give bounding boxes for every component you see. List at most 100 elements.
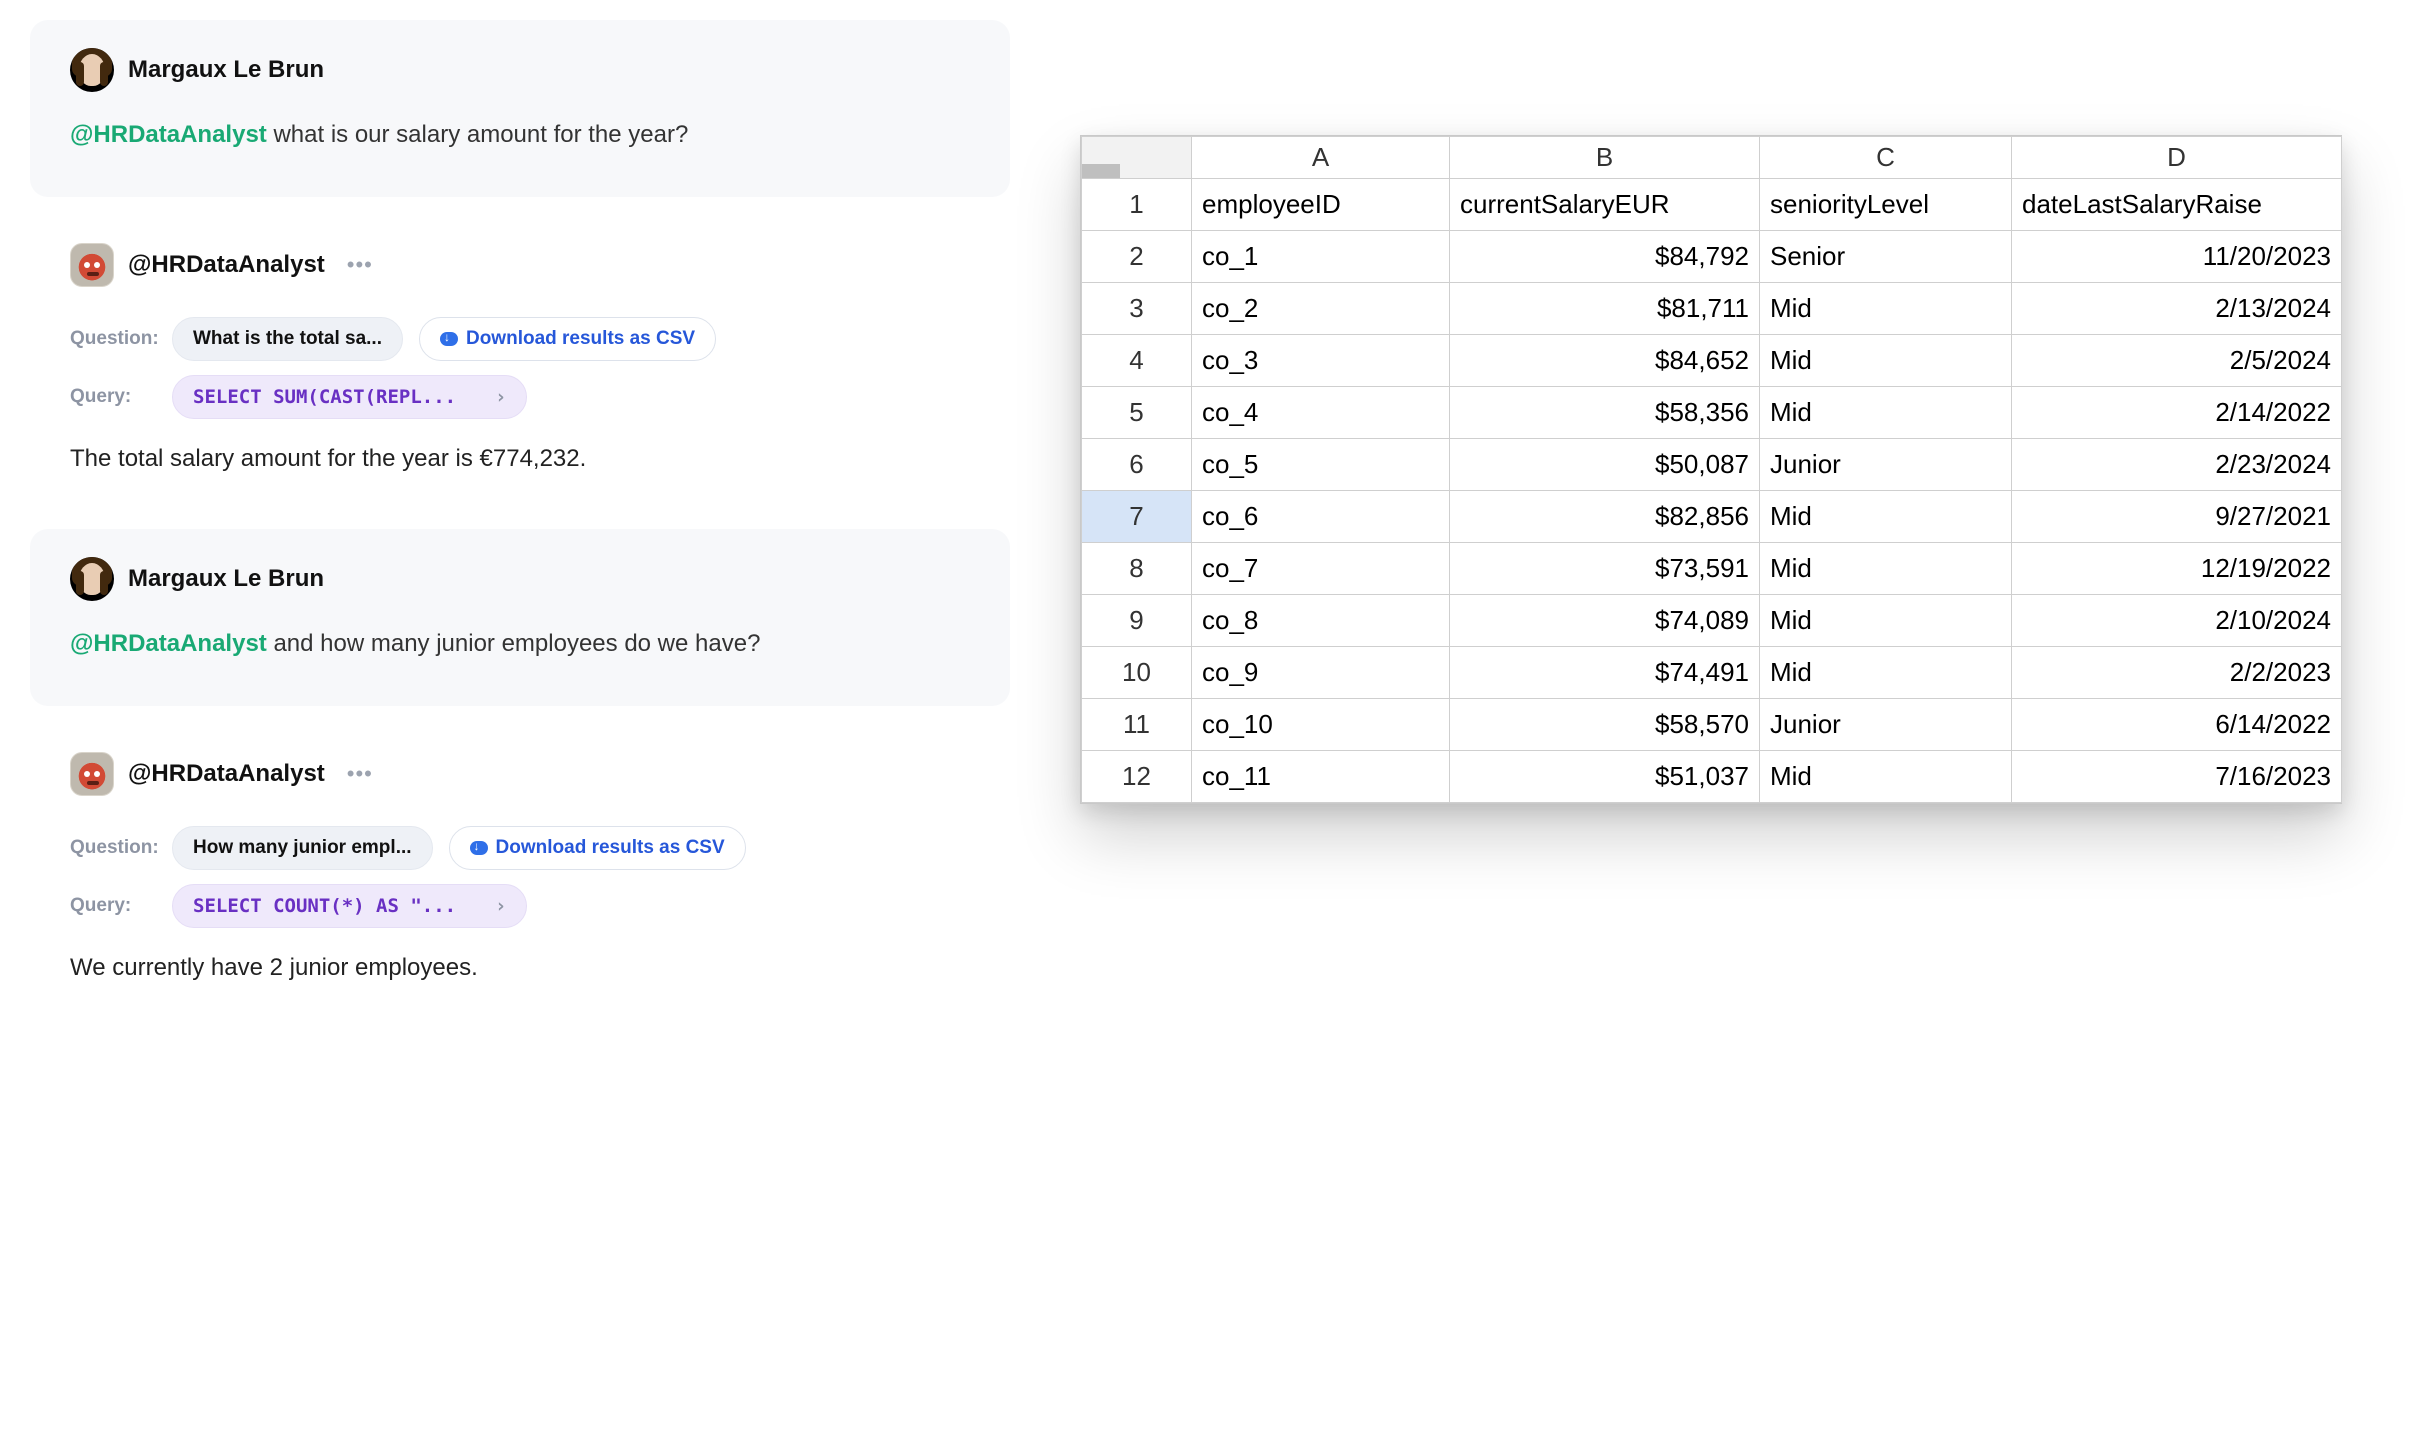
table-row[interactable]: 11co_10$58,570Junior6/14/2022: [1082, 699, 2342, 751]
cell[interactable]: co_4: [1192, 387, 1450, 439]
select-all-corner[interactable]: [1082, 137, 1192, 179]
row-header[interactable]: 9: [1082, 595, 1192, 647]
row-header[interactable]: 11: [1082, 699, 1192, 751]
cell[interactable]: co_11: [1192, 751, 1450, 803]
row-header[interactable]: 12: [1082, 751, 1192, 803]
table-row[interactable]: 3co_2$81,711Mid2/13/2024: [1082, 283, 2342, 335]
table-row[interactable]: 8co_7$73,591Mid12/19/2022: [1082, 543, 2342, 595]
query-pill[interactable]: SELECT SUM(CAST(REPL... ›: [172, 375, 527, 419]
more-icon[interactable]: •••: [347, 761, 373, 787]
cell[interactable]: $82,856: [1450, 491, 1760, 543]
user-message: Margaux Le Brun @HRDataAnalyst and how m…: [30, 529, 1010, 706]
table-row[interactable]: 1employeeIDcurrentSalaryEURseniorityLeve…: [1082, 179, 2342, 231]
row-header[interactable]: 2: [1082, 231, 1192, 283]
row-header[interactable]: 6: [1082, 439, 1192, 491]
col-header-B[interactable]: B: [1450, 137, 1760, 179]
table-row[interactable]: 2co_1$84,792Senior11/20/2023: [1082, 231, 2342, 283]
question-pill-text: What is the total sa...: [193, 328, 382, 350]
cell[interactable]: $58,570: [1450, 699, 1760, 751]
question-pill[interactable]: What is the total sa...: [172, 317, 403, 361]
table-row[interactable]: 6co_5$50,087Junior2/23/2024: [1082, 439, 2342, 491]
bot-reply: @HRDataAnalyst ••• Question: How many ju…: [30, 742, 1010, 1002]
message-body: @HRDataAnalyst and how many junior emplo…: [70, 627, 970, 662]
cell[interactable]: $84,792: [1450, 231, 1760, 283]
cell[interactable]: Senior: [1760, 231, 2012, 283]
cell[interactable]: $50,087: [1450, 439, 1760, 491]
cell[interactable]: co_6: [1192, 491, 1450, 543]
cell[interactable]: Mid: [1760, 335, 2012, 387]
cell[interactable]: 11/20/2023: [2012, 231, 2342, 283]
spreadsheet[interactable]: A B C D 1employeeIDcurrentSalaryEURsenio…: [1080, 135, 2342, 804]
cell[interactable]: Junior: [1760, 699, 2012, 751]
cell[interactable]: 2/2/2023: [2012, 647, 2342, 699]
cell[interactable]: co_1: [1192, 231, 1450, 283]
question-pill-text: How many junior empl...: [193, 837, 412, 859]
cell[interactable]: Mid: [1760, 283, 2012, 335]
cell[interactable]: Mid: [1760, 751, 2012, 803]
col-header-C[interactable]: C: [1760, 137, 2012, 179]
table-row[interactable]: 7co_6$82,856Mid9/27/2021: [1082, 491, 2342, 543]
row-header[interactable]: 8: [1082, 543, 1192, 595]
message-body: @HRDataAnalyst what is our salary amount…: [70, 118, 970, 153]
cell[interactable]: co_10: [1192, 699, 1450, 751]
table-row[interactable]: 4co_3$84,652Mid2/5/2024: [1082, 335, 2342, 387]
author-name: Margaux Le Brun: [128, 56, 324, 84]
sheet-body[interactable]: 1employeeIDcurrentSalaryEURseniorityLeve…: [1082, 179, 2342, 803]
cell[interactable]: $73,591: [1450, 543, 1760, 595]
cell[interactable]: dateLastSalaryRaise: [2012, 179, 2342, 231]
cell[interactable]: co_3: [1192, 335, 1450, 387]
cell[interactable]: 9/27/2021: [2012, 491, 2342, 543]
cell[interactable]: $58,356: [1450, 387, 1760, 439]
cell[interactable]: 7/16/2023: [2012, 751, 2342, 803]
cell[interactable]: 2/5/2024: [2012, 335, 2342, 387]
row-header[interactable]: 1: [1082, 179, 1192, 231]
download-csv-button[interactable]: Download results as CSV: [419, 317, 716, 361]
cell[interactable]: $74,491: [1450, 647, 1760, 699]
cell[interactable]: Mid: [1760, 387, 2012, 439]
column-headers[interactable]: A B C D: [1082, 137, 2342, 179]
row-header[interactable]: 5: [1082, 387, 1192, 439]
col-header-D[interactable]: D: [2012, 137, 2342, 179]
cell[interactable]: Mid: [1760, 491, 2012, 543]
row-header[interactable]: 3: [1082, 283, 1192, 335]
cell[interactable]: employeeID: [1192, 179, 1450, 231]
cell[interactable]: Mid: [1760, 647, 2012, 699]
cell[interactable]: Mid: [1760, 543, 2012, 595]
row-header[interactable]: 4: [1082, 335, 1192, 387]
more-icon[interactable]: •••: [347, 252, 373, 278]
question-pill[interactable]: How many junior empl...: [172, 826, 433, 870]
cell[interactable]: co_9: [1192, 647, 1450, 699]
mention[interactable]: @HRDataAnalyst: [70, 630, 267, 657]
download-csv-button[interactable]: Download results as CSV: [449, 826, 746, 870]
cell[interactable]: seniorityLevel: [1760, 179, 2012, 231]
cell[interactable]: co_5: [1192, 439, 1450, 491]
col-header-A[interactable]: A: [1192, 137, 1450, 179]
cell[interactable]: Junior: [1760, 439, 2012, 491]
query-label: Query:: [70, 386, 156, 408]
table-row[interactable]: 5co_4$58,356Mid2/14/2022: [1082, 387, 2342, 439]
cell[interactable]: $84,652: [1450, 335, 1760, 387]
table-row[interactable]: 10co_9$74,491Mid2/2/2023: [1082, 647, 2342, 699]
cell[interactable]: 2/13/2024: [2012, 283, 2342, 335]
row-header[interactable]: 10: [1082, 647, 1192, 699]
table-row[interactable]: 12co_11$51,037Mid7/16/2023: [1082, 751, 2342, 803]
bot-reply: @HRDataAnalyst ••• Question: What is the…: [30, 233, 1010, 493]
cell[interactable]: co_8: [1192, 595, 1450, 647]
cell[interactable]: 2/10/2024: [2012, 595, 2342, 647]
cell[interactable]: Mid: [1760, 595, 2012, 647]
row-header[interactable]: 7: [1082, 491, 1192, 543]
cell[interactable]: currentSalaryEUR: [1450, 179, 1760, 231]
cell[interactable]: co_7: [1192, 543, 1450, 595]
cell[interactable]: co_2: [1192, 283, 1450, 335]
cell[interactable]: 6/14/2022: [2012, 699, 2342, 751]
table-row[interactable]: 9co_8$74,089Mid2/10/2024: [1082, 595, 2342, 647]
cell[interactable]: $81,711: [1450, 283, 1760, 335]
query-pill[interactable]: SELECT COUNT(*) AS "... ›: [172, 884, 527, 928]
cell[interactable]: $51,037: [1450, 751, 1760, 803]
cell[interactable]: 12/19/2022: [2012, 543, 2342, 595]
cell[interactable]: 2/23/2024: [2012, 439, 2342, 491]
avatar: [70, 557, 114, 601]
mention[interactable]: @HRDataAnalyst: [70, 121, 267, 148]
cell[interactable]: 2/14/2022: [2012, 387, 2342, 439]
cell[interactable]: $74,089: [1450, 595, 1760, 647]
